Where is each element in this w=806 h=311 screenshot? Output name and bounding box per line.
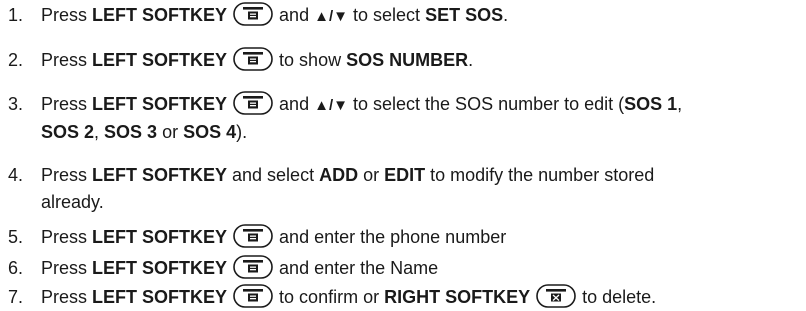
step-number: 4. [8,165,24,185]
step-6: 6. Press LEFT SOFTKEY and enter the Name [8,255,798,282]
key-name: LEFT SOFTKEY [92,94,228,114]
key-name: LEFT SOFTKEY [92,258,228,278]
menu-target: SOS NUMBER [346,50,469,70]
left-softkey-icon [233,255,273,279]
key-name: LEFT SOFTKEY [92,287,228,307]
step-5: 5. Press LEFT SOFTKEY and enter the phon… [8,224,798,251]
menu-target: SET SOS [425,5,504,25]
left-softkey-icon [233,91,273,115]
step-number: 5. [8,227,24,247]
step-number: 3. [8,94,24,114]
key-name: LEFT SOFTKEY [92,165,228,185]
step-text: Press LEFT SOFTKEY and select ADD or EDI… [41,165,655,212]
add-option: ADD [319,165,359,185]
step-3: 3. Press LEFT SOFTKEY and ▲/▼ to select … [8,91,798,146]
step-1: 1. Press LEFT SOFTKEY and ▲/▼ to select … [8,2,798,30]
right-softkey-icon [536,284,576,308]
step-text: Press LEFT SOFTKEY and enter the Name [41,255,798,282]
key-name: LEFT SOFTKEY [92,5,228,25]
left-softkey-icon [233,284,273,308]
step-number: 6. [8,258,24,278]
step-number: 1. [8,5,24,25]
step-4: 4. Press LEFT SOFTKEY and select ADD or … [8,162,798,216]
left-softkey-icon [233,47,273,71]
up-down-arrows-icon: ▲/▼ [314,8,348,25]
sos-option-4: SOS 4 [183,122,237,142]
sos-option-1: SOS 1 [624,94,678,114]
instruction-list: 1. Press LEFT SOFTKEY and ▲/▼ to select … [0,0,806,309]
sos-option-3: SOS 3 [104,122,158,142]
step-number: 2. [8,50,24,70]
step-text: Press LEFT SOFTKEY and ▲/▼ to select the… [41,91,798,146]
step-text: Press LEFT SOFTKEY to show SOS NUMBER. [41,47,798,74]
sos-option-2: SOS 2 [41,122,95,142]
step-2: 2. Press LEFT SOFTKEY to show SOS NUMBER… [8,47,798,74]
edit-option: EDIT [384,165,426,185]
step-text: Press LEFT SOFTKEY and enter the phone n… [41,224,798,251]
step-number: 7. [8,287,24,307]
key-name: LEFT SOFTKEY [92,227,228,247]
step-text: Press LEFT SOFTKEY to confirm or RIGHT S… [41,284,798,311]
left-softkey-icon [233,2,273,26]
step-text: Press LEFT SOFTKEY and ▲/▼ to select SET… [41,2,798,30]
key-name: LEFT SOFTKEY [92,50,228,70]
key-name: RIGHT SOFTKEY [384,287,531,307]
up-down-arrows-icon: ▲/▼ [314,97,348,114]
left-softkey-icon [233,224,273,248]
step-7: 7. Press LEFT SOFTKEY to confirm or RIGH… [8,284,798,311]
